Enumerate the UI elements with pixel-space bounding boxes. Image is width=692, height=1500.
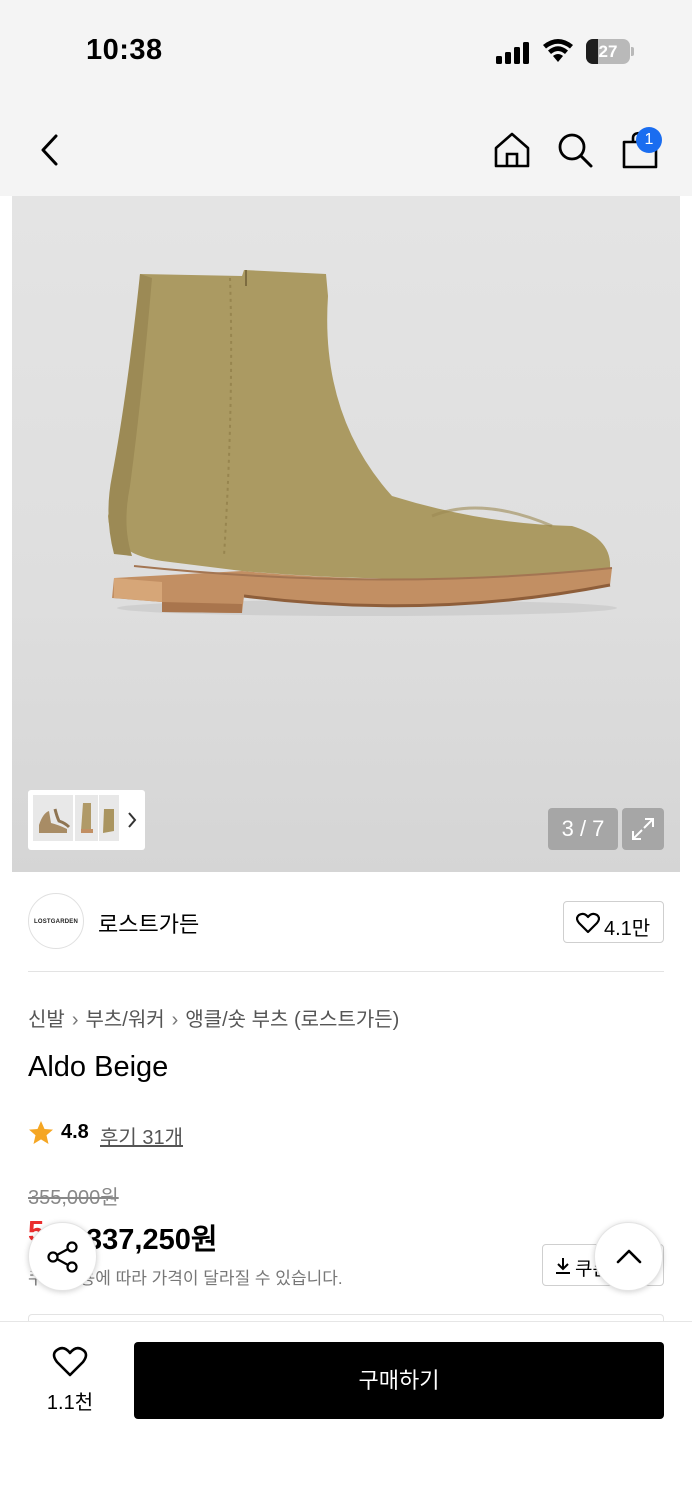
status-bar: 10:38 27 — [0, 0, 692, 100]
expand-icon — [632, 818, 654, 840]
review-count-link[interactable]: 후기 31개 — [100, 1121, 183, 1150]
boot-image — [108, 270, 617, 616]
search-icon[interactable] — [556, 131, 594, 169]
product-title: Aldo Beige — [28, 1051, 169, 1083]
status-time: 10:38 — [86, 34, 163, 66]
scroll-top-button[interactable] — [594, 1222, 663, 1291]
cellular-signal-icon — [496, 42, 532, 64]
heart-icon[interactable] — [52, 1346, 88, 1378]
product-image[interactable] — [12, 196, 680, 872]
thumbnail-2[interactable] — [74, 794, 100, 842]
brand-row[interactable]: LOSTGARDEN 로스트가든 4.1만 — [28, 893, 664, 951]
battery-icon: 27 — [586, 39, 634, 64]
thumbnail-3[interactable] — [98, 794, 120, 842]
download-icon — [556, 1258, 570, 1274]
brand-logo[interactable]: LOSTGARDEN — [28, 893, 84, 949]
cart-count-badge: 1 — [636, 127, 662, 153]
battery-level: 27 — [598, 42, 618, 61]
chevron-up-icon — [616, 1249, 642, 1264]
wifi-icon — [543, 39, 573, 62]
share-button[interactable] — [28, 1222, 97, 1291]
star-icon — [29, 1121, 53, 1144]
breadcrumb-separator-icon: › — [171, 1009, 179, 1031]
breadcrumb: 신발 › 부츠/워커 › 앵클/숏 부츠 (로스트가든) — [28, 1003, 399, 1032]
breadcrumb-item-shoes[interactable]: 신발 — [28, 1009, 65, 1031]
divider — [28, 971, 664, 972]
brand-like-button[interactable]: 4.1만 — [563, 901, 664, 943]
breadcrumb-separator-icon: › — [71, 1009, 79, 1031]
original-price: 355,000원 — [28, 1187, 119, 1209]
rating-score: 4.8 — [61, 1121, 89, 1143]
thumbnail-strip[interactable] — [28, 790, 145, 850]
heart-icon — [576, 912, 600, 934]
buy-button[interactable]: 구매하기 — [134, 1342, 664, 1419]
top-navigation — [0, 100, 692, 196]
sale-price: 337,250원 — [86, 1224, 218, 1256]
image-page-counter: 3 / 7 — [548, 808, 618, 850]
like-count: 1.1천 — [46, 1392, 94, 1414]
chevron-right-icon[interactable] — [126, 810, 138, 830]
expand-button[interactable] — [622, 808, 664, 850]
brand-like-count: 4.1만 — [604, 918, 651, 940]
thumbnail-1[interactable] — [32, 794, 74, 842]
share-icon — [47, 1241, 78, 1273]
brand-name[interactable]: 로스트가든 — [98, 907, 199, 939]
back-arrow-icon[interactable] — [36, 132, 64, 168]
breadcrumb-item-ankle-boots[interactable]: 앵클/숏 부츠 (로스트가든) — [185, 1009, 399, 1031]
home-icon[interactable] — [493, 131, 531, 169]
breadcrumb-item-boots[interactable]: 부츠/워커 — [85, 1009, 164, 1031]
